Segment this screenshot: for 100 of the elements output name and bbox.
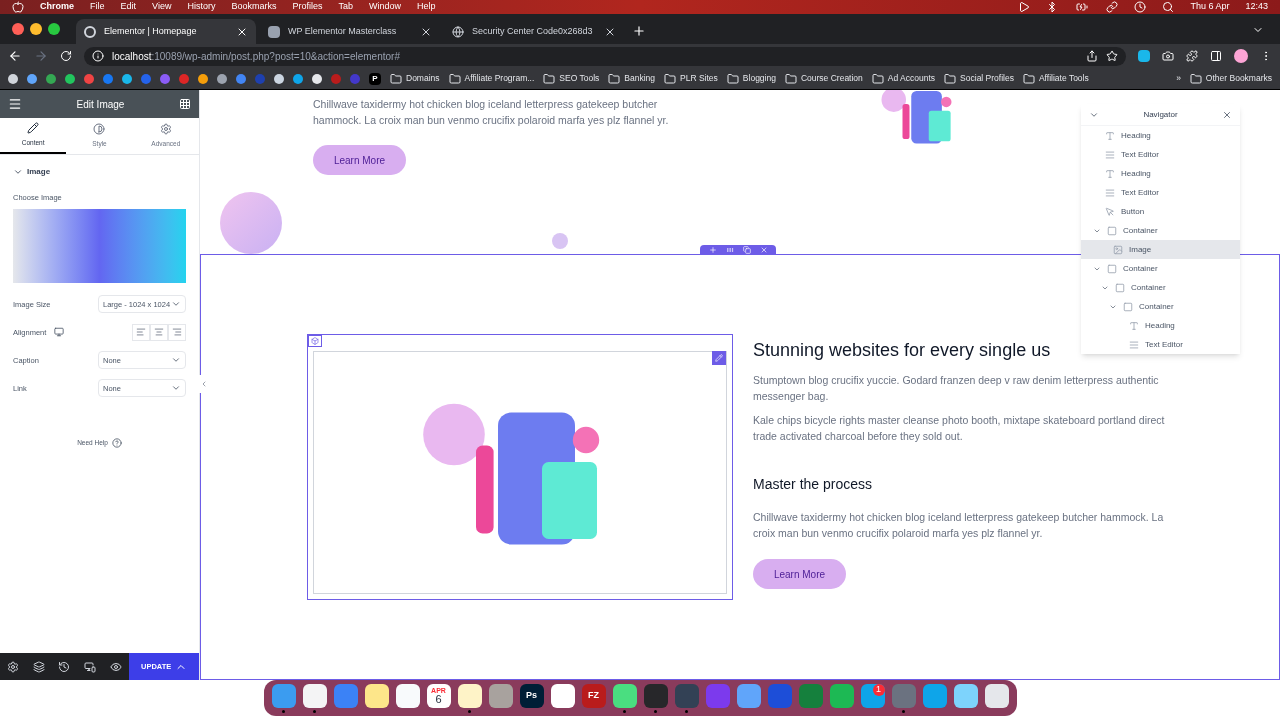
dock-app-icon[interactable]: Ps	[519, 683, 544, 708]
dock-app-icon[interactable]: FZ	[581, 683, 606, 708]
navigator-row[interactable]: Container	[1081, 297, 1240, 316]
navigator-row[interactable]: Heading	[1081, 316, 1240, 335]
reload-icon[interactable]	[60, 50, 72, 62]
play-icon[interactable]	[1018, 1, 1031, 13]
duplicate-icon[interactable]	[742, 245, 751, 254]
edit-handle-icon[interactable]	[712, 351, 726, 365]
apple-icon[interactable]	[12, 1, 24, 13]
navigator-item[interactable]: Container	[1123, 224, 1158, 237]
menu-item[interactable]: View	[152, 0, 172, 14]
dock-app-icon[interactable]	[302, 683, 327, 708]
layers-icon[interactable]	[32, 660, 45, 673]
forward-icon[interactable]	[34, 49, 48, 63]
link-icon[interactable]	[1106, 1, 1119, 13]
widget-handle-icon[interactable]	[308, 335, 322, 347]
navigator-item[interactable]: Button	[1121, 205, 1145, 218]
menu-item[interactable]: Edit	[120, 0, 137, 14]
navigator-row[interactable]: Button	[1081, 202, 1240, 221]
bookmark-icon[interactable]	[198, 73, 208, 84]
dock-app-icon[interactable]	[550, 683, 575, 708]
dock-item[interactable]: Ps	[519, 683, 544, 713]
navigator-row[interactable]: Container	[1081, 221, 1240, 240]
folder-icon[interactable]	[448, 72, 461, 85]
folder-icon[interactable]	[608, 72, 621, 85]
navigator-item[interactable]: Heading	[1121, 129, 1151, 142]
menu-item[interactable]: Window	[368, 0, 401, 14]
navigator-row[interactable]: Text Editor	[1081, 145, 1240, 164]
folder-icon[interactable]	[543, 72, 556, 85]
bookmark-icon[interactable]	[293, 73, 303, 84]
navigator-row[interactable]: Container	[1081, 259, 1240, 278]
image-thumbnail[interactable]	[13, 209, 186, 284]
close-window-button[interactable]	[12, 23, 24, 35]
address-bar[interactable]: localhost:10089/wp-admin/post.php?post=10&action=elementor#	[84, 46, 1126, 66]
image-widget[interactable]	[307, 334, 733, 600]
menu-icon[interactable]	[8, 97, 22, 111]
menu-item[interactable]: Bookmarks	[231, 0, 277, 14]
folder-icon[interactable]	[784, 72, 797, 85]
bookmark-icon[interactable]	[122, 73, 132, 84]
bookmark-folder[interactable]: PLR Sites	[680, 72, 718, 85]
folder-icon[interactable]	[871, 72, 884, 85]
navigator-row[interactable]: Heading	[1081, 164, 1240, 183]
profile-avatar[interactable]	[1234, 49, 1248, 63]
folder-icon[interactable]	[664, 72, 677, 85]
navigator-item[interactable]: Text Editor	[1121, 186, 1159, 199]
bookmark-folder[interactable]: Banking	[624, 72, 656, 85]
section-toggle[interactable]: Image	[13, 166, 186, 178]
navigator-item[interactable]: Text Editor	[1121, 148, 1159, 161]
history-icon[interactable]	[58, 660, 71, 673]
navigator-row[interactable]: Image	[1081, 240, 1240, 259]
dock-item[interactable]	[612, 683, 637, 713]
folder-icon[interactable]	[726, 72, 739, 85]
dock-item[interactable]: 1	[860, 683, 885, 713]
dock-item[interactable]	[457, 683, 482, 713]
folder-icon[interactable]	[1189, 72, 1202, 85]
camera-icon[interactable]	[1162, 50, 1174, 62]
dock-app-icon[interactable]	[612, 683, 637, 708]
minimize-window-button[interactable]	[30, 23, 42, 35]
monitor-icon[interactable]	[54, 327, 65, 338]
navigator-item[interactable]: Text Editor	[1145, 338, 1183, 351]
navigator-row[interactable]: Container	[1081, 278, 1240, 297]
folder-icon[interactable]	[390, 72, 402, 85]
puzzle-icon[interactable]	[1186, 50, 1198, 62]
learn-more-button[interactable]: Learn More	[753, 559, 846, 589]
navigator-row[interactable]: Text Editor	[1081, 335, 1240, 354]
bookmark-folder[interactable]: Ad Accounts	[887, 72, 936, 85]
bookmark-folder[interactable]: Affiliate Program...	[464, 72, 535, 85]
dock-app-icon[interactable]	[984, 683, 1009, 708]
grid-icon[interactable]	[179, 98, 191, 110]
more-bookmarks[interactable]: »	[1176, 72, 1181, 85]
bookmark-icon[interactable]	[65, 73, 75, 84]
app-menu[interactable]: Chrome	[40, 0, 74, 14]
back-icon[interactable]	[8, 49, 22, 63]
browser-tab[interactable]: Security Center Code0x268d3	[444, 19, 624, 44]
dock-app-icon[interactable]	[364, 683, 389, 708]
clock-icon[interactable]	[1134, 1, 1147, 13]
navigator-item[interactable]: Heading	[1145, 319, 1175, 332]
bookmark-folder[interactable]: Domains	[406, 72, 440, 85]
dock-app-icon[interactable]: 1	[860, 683, 885, 708]
dock-item[interactable]	[302, 683, 327, 713]
dock-item[interactable]: FZ	[581, 683, 606, 713]
menu-item[interactable]: Help	[417, 0, 436, 14]
bookmark-folder[interactable]: Blogging	[742, 72, 776, 85]
share-icon[interactable]	[1086, 50, 1098, 62]
add-icon[interactable]	[708, 245, 717, 254]
bookmark-icon[interactable]	[217, 73, 227, 84]
bookmark-folder[interactable]: Other Bookmarks	[1205, 72, 1272, 85]
search-icon[interactable]	[1162, 1, 1175, 13]
dock-app-icon[interactable]	[953, 683, 978, 708]
bookmark-icon[interactable]	[27, 73, 37, 84]
navigator-item[interactable]: Container	[1139, 300, 1174, 313]
menu-item[interactable]: Tab	[338, 0, 353, 14]
menu-item[interactable]: File	[90, 0, 105, 14]
dock-app-icon[interactable]	[488, 683, 513, 708]
navigator-row[interactable]: Heading	[1081, 126, 1240, 145]
navigator-item[interactable]: Heading	[1121, 167, 1151, 180]
settings-icon[interactable]	[6, 660, 19, 673]
responsive-icon[interactable]	[84, 660, 97, 673]
battery-icon[interactable]	[1074, 1, 1091, 13]
drag-handle-icon[interactable]	[725, 245, 734, 254]
